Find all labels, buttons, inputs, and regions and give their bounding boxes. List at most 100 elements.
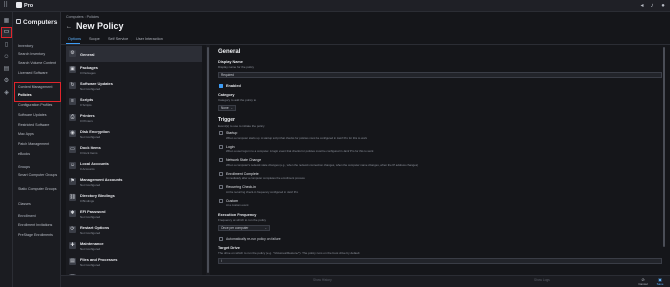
sidebar-title: Computers [16, 19, 57, 26]
settings-icon[interactable]: ⚙ [2, 77, 11, 86]
sidebar-item-mac-apps[interactable]: Mac Apps [18, 132, 34, 136]
payload-item[interactable]: ⚑ Management Accounts Not Configured [66, 174, 202, 190]
sidebar-item-enrollment-invitations[interactable]: Enrollment Invitations [18, 223, 52, 227]
section-groups: Groups [18, 165, 31, 169]
payload-list-scrollbar[interactable] [206, 45, 210, 275]
sidebar-item-search-inventory[interactable]: Search Inventory [18, 52, 45, 56]
payload-item[interactable]: ↻ Software Updates Not Configured [66, 78, 202, 94]
payload-item[interactable]: ✚ Maintenance Not Configured [66, 238, 202, 254]
sidebar-item-restricted-software[interactable]: Restricted Software [18, 123, 49, 127]
enabled-checkbox[interactable] [219, 84, 223, 88]
payload-name: Directory Bindings [80, 193, 115, 198]
payload-item[interactable]: ▣ Packages 0 Packages [66, 62, 202, 78]
trigger-hint: When a user logs in to a computer. A log… [226, 149, 374, 153]
target-drive-field[interactable]: / [218, 258, 662, 264]
payload-scroll-thumb[interactable] [207, 47, 209, 273]
payload-item[interactable]: ✱ EFI Password Not Configured [66, 206, 202, 222]
payload-name: General [80, 51, 95, 57]
payload-name: Local Accounts [80, 161, 109, 166]
shield-icon[interactable]: ◈ [2, 89, 11, 98]
app-logo[interactable]: Pro [16, 2, 33, 10]
payload-item[interactable]: ▤ Files and Processes Not Configured [66, 254, 202, 270]
dock-icon: ▭ [69, 146, 76, 153]
section-enrollment: Enrollment [18, 214, 36, 218]
cancel-button[interactable]: ⊘ Cancel [636, 277, 650, 286]
payload-name: Maintenance [80, 241, 104, 246]
target-drive-hint: The drive on which to run the policy (e.… [218, 251, 360, 255]
display-name-field[interactable]: Required [218, 72, 662, 78]
gear-icon: ⚙ [69, 50, 76, 57]
payload-status: Not Configured [80, 262, 101, 267]
sidebar-item-smart-computer-groups[interactable]: Smart Computer Groups [18, 173, 57, 177]
category-label: Category [218, 93, 235, 97]
trigger-checkbox[interactable] [219, 171, 223, 176]
sidebar-item-static-computer-groups[interactable]: Static Computer Groups [18, 187, 57, 191]
top-bar: ⠿ Pro ◂ ♪ ● [0, 0, 670, 12]
sidebar-item-classes[interactable]: Classes [18, 202, 31, 206]
sidebar-item-prestage-enrollments[interactable]: PreStage Enrollments [18, 233, 53, 237]
form-heading: General [218, 49, 241, 55]
frequency-select[interactable]: Once per computer ⌄ [218, 225, 270, 231]
logo-icon [16, 2, 22, 8]
trigger-checkbox[interactable] [219, 131, 223, 135]
megaphone-icon[interactable]: ◂ [638, 2, 646, 10]
tab-scope[interactable]: Scope [89, 37, 100, 41]
payload-list: ⚙ General ▣ Packages 0 Packages ↻ Software Upd… [66, 45, 202, 281]
auto-rerun-checkbox[interactable] [219, 237, 223, 241]
users-icon[interactable]: ☺ [2, 53, 11, 62]
payload-status: Not Configured [80, 86, 101, 91]
disk-encryption-icon: ◉ [69, 130, 76, 137]
breadcrumb[interactable]: Computers : Policies [66, 15, 99, 19]
show-logs-button[interactable]: Show Logs [534, 278, 550, 282]
tab-options[interactable]: Options [68, 37, 81, 41]
payload-item[interactable]: ⛓ Directory Bindings 0 Bindings [66, 190, 202, 206]
files-icon: ▤ [69, 258, 76, 265]
reports-icon[interactable]: ▤ [2, 65, 11, 74]
trigger-checkbox[interactable] [219, 185, 223, 189]
sidebar-item-ebooks[interactable]: eBooks [18, 152, 30, 156]
apps-grid-icon[interactable]: ⠿ [3, 2, 11, 10]
trigger-label: Recurring Check-in [226, 185, 256, 189]
tab-self-service[interactable]: Self Service [108, 37, 128, 41]
payload-item[interactable]: ⟳ Restart Options Not Configured [66, 222, 202, 238]
devices-icon[interactable]: ▯ [2, 41, 11, 50]
trigger-checkbox[interactable] [219, 144, 223, 149]
trigger-hint: Event(s) to use to initiate the policy [218, 124, 265, 128]
form-scrollbar[interactable] [662, 45, 666, 275]
bell-icon[interactable]: ♪ [648, 2, 656, 10]
show-history-button[interactable]: Show History [313, 278, 332, 282]
user-icon[interactable]: ● [659, 2, 667, 10]
trigger-label: Custom [226, 198, 239, 203]
back-arrow-icon[interactable]: ← [66, 24, 72, 30]
payload-item[interactable]: ≡ Scripts 0 Scripts [66, 94, 202, 110]
trigger-checkbox[interactable] [219, 198, 223, 203]
trigger-label: Enrollment Complete [226, 171, 259, 176]
target-drive-label: Target Drive [218, 246, 240, 250]
payload-name: Dock Items [80, 145, 101, 150]
payload-status: 0 Accounts [80, 166, 95, 171]
sidebar-item-software-updates[interactable]: Software Updates [18, 113, 47, 117]
payload-item[interactable]: ◉ Disk Encryption Not Configured [66, 126, 202, 142]
payload-item[interactable]: ⎙ Printers 0 Printers [66, 110, 202, 126]
payload-item[interactable]: ☺ Local Accounts 0 Accounts [66, 158, 202, 174]
dashboard-icon[interactable]: ▦ [2, 17, 11, 26]
trigger-hint: When a computer's network state changes … [226, 162, 419, 167]
payload-item[interactable]: ▭ Dock Items 0 Dock Items [66, 142, 202, 158]
tab-user-interaction[interactable]: User Interaction [136, 37, 163, 41]
general-form: General Display Name Display name for th… [214, 45, 666, 275]
sidebar-item-licensed-software[interactable]: Licensed Software [18, 71, 48, 75]
software-update-icon: ↻ [69, 82, 76, 89]
sidebar-item-configuration-profiles[interactable]: Configuration Profiles [18, 103, 52, 107]
save-button[interactable]: ▣ Save [653, 277, 667, 286]
trigger-heading: Trigger [218, 117, 235, 123]
frequency-label: Execution Frequency [218, 213, 257, 217]
category-select[interactable]: None ⌄ [218, 105, 236, 111]
chevron-down-icon: ⌄ [264, 226, 267, 230]
sidebar-item-patch-management[interactable]: Patch Management [18, 142, 49, 146]
highlight-computers-icon [1, 27, 12, 38]
form-scroll-thumb[interactable] [663, 47, 665, 247]
sidebar-item-search-volume-content[interactable]: Search Volume Content [18, 61, 56, 65]
trigger-checkbox[interactable] [219, 158, 223, 162]
payload-item[interactable]: ⚙ General [66, 46, 202, 62]
payload-name: Packages [80, 65, 98, 70]
